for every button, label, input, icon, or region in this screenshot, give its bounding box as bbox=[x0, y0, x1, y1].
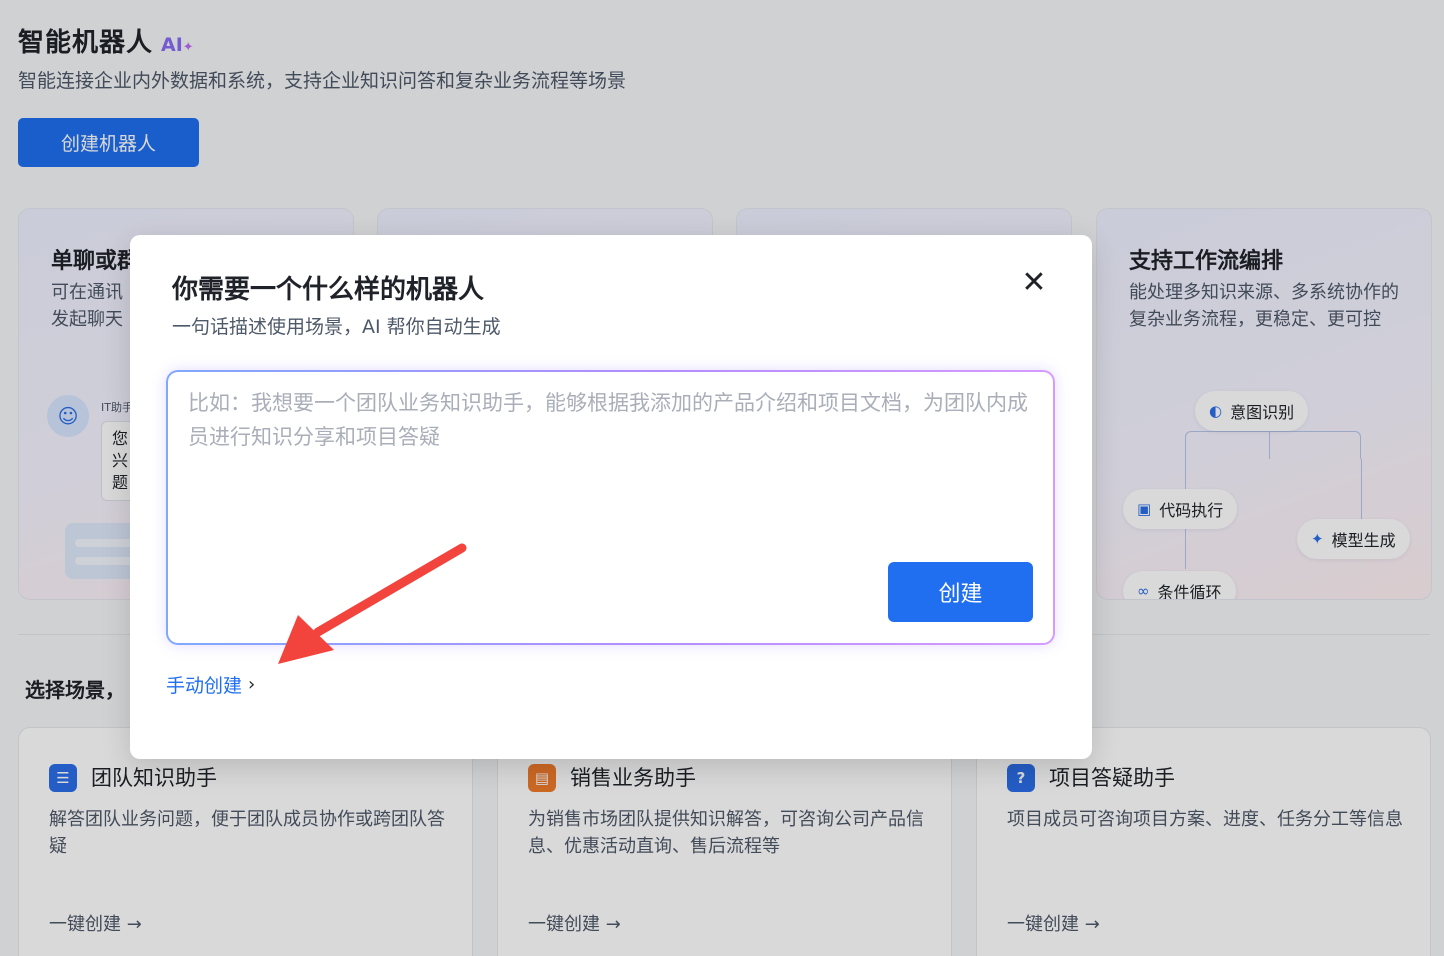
dialog-subtitle: 一句话描述使用场景，AI 帮你自动生成 bbox=[172, 316, 501, 338]
scenario-description-input[interactable] bbox=[188, 386, 1028, 556]
close-icon[interactable]: ✕ bbox=[1018, 268, 1050, 300]
manual-create-label: 手动创建 bbox=[166, 675, 243, 697]
chevron-right-icon: › bbox=[248, 674, 256, 695]
create-robot-dialog: 你需要一个什么样的机器人 一句话描述使用场景，AI 帮你自动生成 ✕ 创建 手动… bbox=[130, 235, 1092, 759]
manual-create-link[interactable]: 手动创建 › bbox=[166, 671, 255, 698]
prompt-inner: 创建 bbox=[168, 372, 1053, 643]
dialog-title: 你需要一个什么样的机器人 bbox=[172, 275, 485, 305]
prompt-box: 创建 bbox=[166, 370, 1055, 645]
create-button[interactable]: 创建 bbox=[888, 562, 1033, 622]
